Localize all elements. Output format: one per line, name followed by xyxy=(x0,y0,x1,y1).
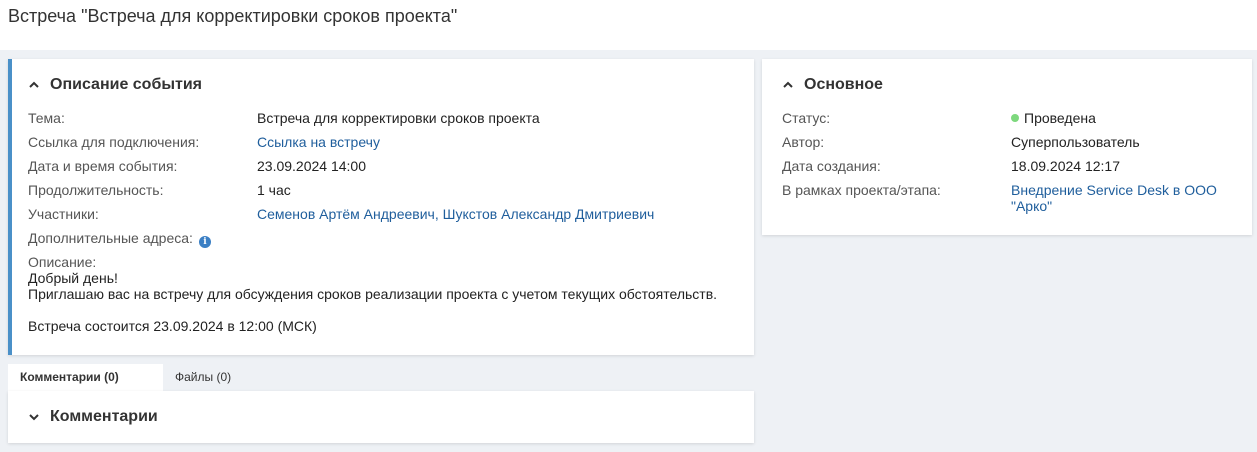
participants-value: Семенов Артём Андреевич, Шукстов Алексан… xyxy=(257,205,654,223)
status-label: Статус: xyxy=(782,110,831,126)
datetime-value: 23.09.2024 14:00 xyxy=(257,158,366,174)
participants-label: Участники: xyxy=(28,206,99,222)
top-bar: Встреча "Встреча для корректировки сроко… xyxy=(0,0,1257,50)
author-value: Суперпользователь xyxy=(1011,134,1140,150)
project-label: В рамках проекта/этапа: xyxy=(782,182,941,198)
extra-addresses-label: Дополнительные адреса: xyxy=(28,230,193,246)
created-value: 18.09.2024 12:17 xyxy=(1011,158,1120,174)
page-title: Встреча "Встреча для корректировки сроко… xyxy=(8,6,458,26)
event-description-card: Описание события Тема: Встреча для корре… xyxy=(8,59,754,355)
duration-value: 1 час xyxy=(257,182,291,198)
info-icon[interactable]: i xyxy=(198,236,211,248)
meeting-link[interactable]: Ссылка на встречу xyxy=(257,133,380,151)
status-value: Проведена xyxy=(1024,110,1096,126)
participant-link[interactable]: Семенов Артём Андреевич xyxy=(257,206,435,222)
link-label: Ссылка для подключения: xyxy=(28,134,200,150)
datetime-label: Дата и время события: xyxy=(28,158,178,174)
description-line: Приглашаю вас на встречу для обсуждения … xyxy=(28,286,718,302)
extra-addresses-row: Дополнительные адреса: i xyxy=(28,229,211,248)
status-dot-icon xyxy=(1011,114,1019,122)
participant-link[interactable]: Шукстов Александр Дмитриевич xyxy=(443,206,655,222)
tabs-bar: Комментарии (0) Файлы (0) xyxy=(8,364,754,391)
project-link-line2[interactable]: "Арко" xyxy=(1011,197,1052,215)
duration-label: Продолжительность: xyxy=(28,182,164,198)
description-line: Встреча состоится 23.09.2024 в 12:00 (МС… xyxy=(28,318,317,334)
comments-title: Комментарии xyxy=(50,408,158,425)
participant-separator: , xyxy=(434,206,443,222)
main-info-card: Основное Статус: Проведена Автор: Суперп… xyxy=(762,59,1252,235)
main-info-title: Основное xyxy=(804,76,883,93)
created-label: Дата создания: xyxy=(782,158,881,174)
event-description-header[interactable]: Описание события xyxy=(28,76,202,94)
main-info-header[interactable]: Основное xyxy=(782,76,883,94)
status-value-row: Проведена xyxy=(1011,109,1096,127)
topic-value: Встреча для корректировки сроков проекта xyxy=(257,110,540,126)
tab-comments[interactable]: Комментарии (0) xyxy=(8,364,163,391)
chevron-down-icon[interactable] xyxy=(28,411,40,423)
event-description-title: Описание события xyxy=(50,76,203,93)
chevron-up-icon[interactable] xyxy=(28,79,40,91)
topic-label: Тема: xyxy=(28,110,65,126)
author-label: Автор: xyxy=(782,134,825,150)
comments-card: Комментарии xyxy=(8,391,754,443)
chevron-up-icon[interactable] xyxy=(782,79,794,91)
tab-files[interactable]: Файлы (0) xyxy=(163,364,243,391)
comments-header[interactable]: Комментарии xyxy=(28,408,158,426)
